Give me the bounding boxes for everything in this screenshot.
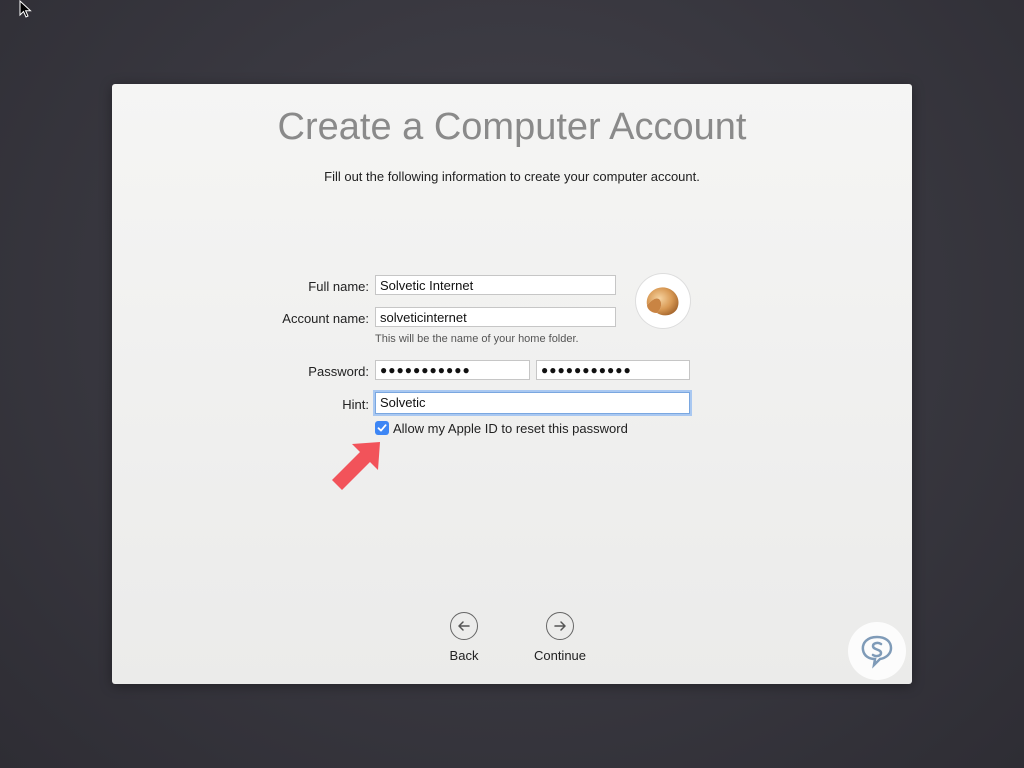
setup-panel: Create a Computer Account Fill out the f… [112, 84, 912, 684]
back-label: Back [449, 648, 479, 663]
hint-label: Hint: [342, 397, 369, 412]
full-name-label: Full name: [308, 279, 369, 294]
continue-button[interactable]: Continue [520, 612, 600, 663]
mouse-cursor-icon [19, 0, 32, 18]
account-name-label: Account name: [282, 311, 369, 326]
hint-field[interactable]: Solvetic [375, 392, 690, 414]
apple-id-reset-checkbox[interactable] [375, 421, 389, 435]
page-subtitle: Fill out the following information to cr… [324, 169, 700, 184]
fortune-cookie-icon [646, 287, 679, 316]
back-button[interactable]: Back [424, 612, 504, 663]
continue-label: Continue [533, 648, 587, 663]
password-field[interactable]: ●●●●●●●●●●● [375, 360, 530, 380]
account-name-field[interactable]: solveticinternet [375, 307, 616, 327]
password-label: Password: [308, 364, 369, 379]
user-picture[interactable] [636, 274, 690, 328]
arrow-left-circle-icon [450, 612, 478, 640]
page-title: Create a Computer Account [277, 106, 747, 148]
verify-password-field[interactable]: ●●●●●●●●●●● [536, 360, 690, 380]
full-name-field[interactable]: Solvetic Internet [375, 275, 616, 295]
apple-id-reset-label: Allow my Apple ID to reset this password [393, 421, 628, 436]
checkmark-icon [377, 424, 387, 432]
annotation-arrow-icon [332, 442, 380, 490]
arrow-right-circle-icon [546, 612, 574, 640]
solvetic-logo-icon [848, 622, 906, 680]
home-folder-note: This will be the name of your home folde… [375, 333, 579, 345]
